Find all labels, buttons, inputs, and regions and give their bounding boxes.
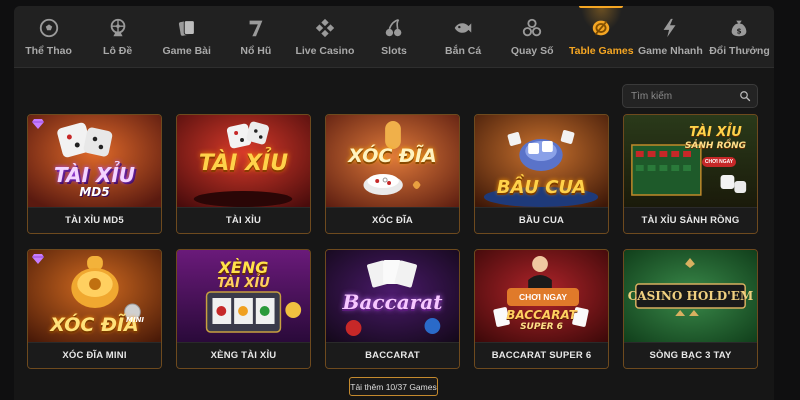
game-card-tai-xiu-sanh-rong[interactable]: TÀI XỈU SẢNH RỒNG CHƠI NGAY TÀI XỈU SẢNH… [623,114,758,234]
fish-icon [454,22,472,33]
nav-item-lo-de[interactable]: Lô Đề [83,6,152,67]
game-thumbnail: Baccarat [326,250,459,342]
nav-item-game-nhanh[interactable]: Game Nhanh [636,6,705,67]
load-more-button[interactable]: Tải thêm 10/37 Games [349,377,438,396]
game-art-title: BACCARAT [506,308,577,322]
game-art-subtitle: SUPER 6 [520,322,563,332]
game-thumbnail: BẦU CUA [475,115,608,207]
game-thumbnail: CASINO HOLD'EM [624,250,757,342]
game-card-tai-xiu-md5[interactable]: TÀI XỈU MD5 TÀI XỈU MD5 [27,114,162,234]
nav-label: Quay Số [510,44,554,57]
gem-icon [32,119,44,129]
nav-label: Slots [381,44,407,57]
soccer-ball-icon [39,18,58,37]
game-card-baccarat-super-6[interactable]: CHƠI NGAY BACCARAT SUPER 6 BACCARAT SUPE… [474,249,609,369]
play-now-button[interactable]: CHƠI NGAY [702,157,736,167]
search-icon[interactable] [739,90,751,102]
slot-seven-icon [249,20,263,36]
game-thumbnail: XÓC ĐĨA MINI [28,250,161,342]
lottery-wheel-icon [110,18,125,36]
game-card-bau-cua[interactable]: BẦU CUA BẦU CUA [474,114,609,234]
game-art-title: TÀI XỈU [689,125,742,140]
game-card-baccarat[interactable]: Baccarat BACCARAT [325,249,460,369]
game-title: BACCARAT [326,342,459,368]
game-title: TÀI XỈU SẢNH RỒNG [624,207,757,233]
money-bag-icon: $ [732,20,747,36]
game-title: TÀI XỈU MD5 [28,207,161,233]
search-box [622,84,758,108]
game-card-tai-xiu[interactable]: TÀI XỈU TÀI XỈU [176,114,311,234]
game-title: SÒNG BẠC 3 TAY [624,342,757,368]
games-grid: TÀI XỈU MD5 TÀI XỈU MD5 TÀI XỈU TÀI XỈU [27,114,759,369]
game-title: BẦU CUA [475,207,608,233]
cards-icon [178,19,195,36]
nav-label: Live Casino [295,44,355,57]
svg-text:$: $ [737,26,742,35]
nav-label: Thể Thao [25,44,72,57]
game-card-xeng-tai-xiu[interactable]: XÈNG TÀI XỈU XÈNG TÀI XỈU [176,249,311,369]
game-art-title: XÈNG [218,258,269,277]
game-thumbnail: TÀI XỈU [177,115,310,207]
nav-label: Game Bài [162,44,211,57]
game-title: XÓC ĐĨA MINI [28,342,161,368]
game-thumbnail: XÓC ĐĨA [326,115,459,207]
game-art-subtitle: TÀI XỈU [217,276,270,291]
game-title: XÓC ĐĨA [326,207,459,233]
nav-label: Table Games [569,44,634,57]
game-art-title: XÓC ĐĨA [348,145,437,167]
nav-item-live-casino[interactable]: Live Casino [290,6,359,67]
category-nav: Thể Thao Lô Đề Game Bài Nổ Hũ Live Casin… [14,6,774,68]
nav-label: Đổi Thưởng [709,44,770,57]
play-now-button[interactable]: CHƠI NGAY [507,288,579,306]
game-card-song-bac-3-tay[interactable]: CASINO HOLD'EM SÒNG BẠC 3 TAY [623,249,758,369]
lightning-icon [663,18,676,37]
game-title: XÈNG TÀI XỈU [177,342,310,368]
nav-label: Game Nhanh [638,44,703,57]
game-art-subtitle: MINI [126,316,145,324]
cherries-icon [385,18,402,36]
balls-icon [523,18,542,36]
game-art-title: Baccarat [342,290,443,314]
game-thumbnail: XÈNG TÀI XỈU [177,250,310,342]
game-thumbnail: CHƠI NGAY BACCARAT SUPER 6 [475,250,608,342]
game-art-subtitle: MD5 [79,185,110,199]
nav-item-ban-ca[interactable]: Bắn Cá [429,6,498,67]
search-input[interactable] [631,90,739,102]
diamond-cluster-icon [315,18,335,37]
game-card-xoc-dia-mini[interactable]: XÓC ĐĨA MINI XÓC ĐĨA MINI [27,249,162,369]
nav-item-no-hu[interactable]: Nổ Hũ [221,6,290,67]
chip-icon [593,20,610,35]
game-art-title: BẦU CUA [496,177,587,198]
nav-item-slots[interactable]: Slots [359,6,428,67]
nav-label: Bắn Cá [445,44,482,57]
game-art-title: CASINO HOLD'EM [627,289,754,303]
game-title: TÀI XỈU [177,207,310,233]
nav-item-the-thao[interactable]: Thể Thao [14,6,83,67]
gem-icon [32,254,44,264]
game-art-title: TÀI XỈU [53,163,136,187]
game-art-subtitle: SẢNH RỒNG [684,141,747,151]
game-thumbnail: TÀI XỈU SẢNH RỒNG CHƠI NGAY [624,115,757,207]
nav-item-game-bai[interactable]: Game Bài [152,6,221,67]
game-title: BACCARAT SUPER 6 [475,342,608,368]
nav-item-table-games[interactable]: Table Games [567,6,636,67]
nav-item-doi-thuong[interactable]: $ Đổi Thưởng [705,6,774,67]
nav-label: Nổ Hũ [240,44,272,57]
game-art-title: TÀI XỈU [198,151,289,176]
game-thumbnail: TÀI XỈU MD5 [28,115,161,207]
nav-label: Lô Đề [103,44,133,57]
nav-item-quay-so[interactable]: Quay Số [498,6,567,67]
game-card-xoc-dia[interactable]: XÓC ĐĨA XÓC ĐĨA [325,114,460,234]
